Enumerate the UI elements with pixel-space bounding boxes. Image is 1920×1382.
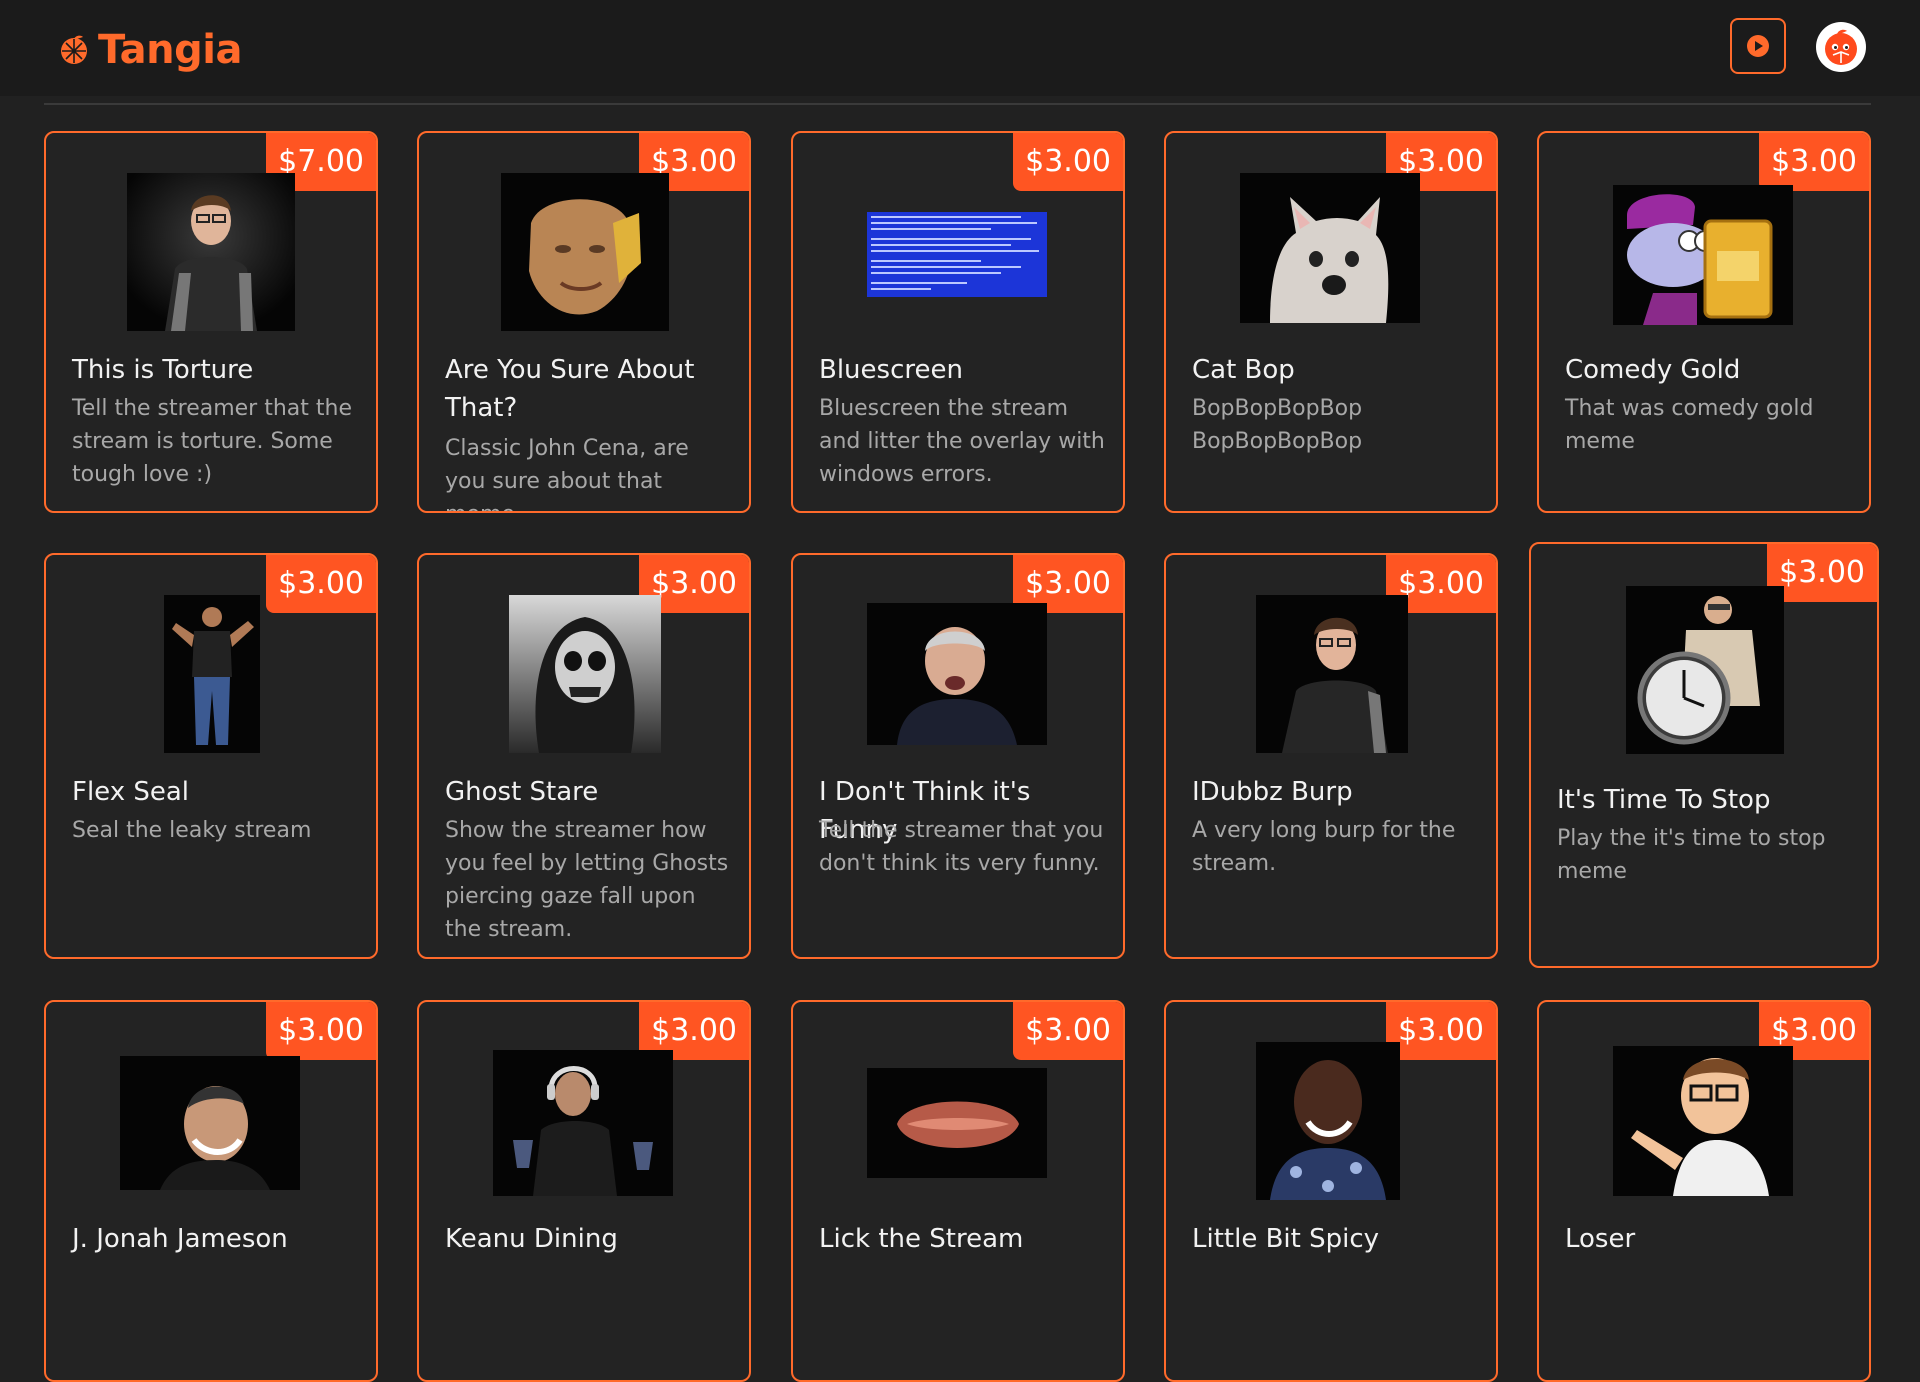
alert-card[interactable]: $3.00 Cat Bop BopBopBopBop BopBopBopBop (1164, 131, 1498, 513)
price-badge: $3.00 (266, 555, 376, 613)
card-description: A very long burp for the stream. (1192, 818, 1456, 876)
card-description: Tell the streamer that you don't think i… (819, 818, 1104, 876)
card-description: Seal the leaky stream (72, 818, 312, 843)
card-description: Show the streamer how you feel by lettin… (445, 818, 729, 942)
alert-card[interactable]: $3.00 Lick the Stream (791, 1000, 1125, 1382)
header-divider (44, 103, 1871, 105)
card-title: Loser (1565, 1224, 1636, 1254)
card-title: Are You Sure About That? (445, 355, 695, 423)
alert-card[interactable]: $3.00 J. Jonah Jameson (44, 1000, 378, 1382)
card-description: Bluescreen the stream and litter the ove… (819, 396, 1105, 487)
card-description: Classic John Cena, are you sure about th… (445, 436, 689, 511)
card-thumbnail (501, 173, 669, 331)
card-title: Flex Seal (72, 777, 190, 807)
alert-card[interactable]: $3.00 Are You Sure About That? Classic J… (417, 131, 751, 513)
card-title: Little Bit Spicy (1192, 1224, 1380, 1254)
card-thumbnail (1240, 173, 1420, 323)
alert-card[interactable]: $3.00 Keanu Dining (417, 1000, 751, 1382)
card-thumbnail (1256, 1042, 1400, 1200)
card-title: Comedy Gold (1565, 355, 1741, 385)
card-thumbnail (1256, 595, 1408, 753)
card-thumbnail (1613, 1046, 1793, 1196)
card-title: J. Jonah Jameson (72, 1224, 288, 1254)
card-title: Cat Bop (1192, 355, 1295, 385)
alert-card[interactable]: $3.00 Loser (1537, 1000, 1871, 1382)
logo[interactable]: Tangia (58, 26, 242, 74)
alert-card[interactable]: $3.00 It's Time To Stop Play the it's ti… (1529, 542, 1879, 968)
alert-card[interactable]: $3.00 IDubbz Burp A very long burp for t… (1164, 553, 1498, 959)
play-icon (1747, 35, 1769, 57)
card-title: IDubbz Burp (1192, 777, 1353, 807)
alert-card[interactable]: $3.00 Little Bit Spicy (1164, 1000, 1498, 1382)
card-title: This is Torture (72, 355, 254, 385)
card-thumbnail (509, 595, 661, 753)
card-description: BopBopBopBop BopBopBopBop (1192, 396, 1363, 454)
card-description: Play the it's time to stop meme (1557, 826, 1826, 884)
price-badge: $3.00 (1013, 133, 1123, 191)
alert-card[interactable]: $3.00 Ghost Stare Show the streamer how … (417, 553, 751, 959)
price-badge: $3.00 (1759, 133, 1869, 191)
price-badge: $3.00 (1386, 1002, 1496, 1060)
card-thumbnail (164, 595, 260, 753)
card-thumbnail (1613, 185, 1793, 325)
card-thumbnail (1626, 586, 1784, 754)
alert-card[interactable]: $7.00 This is Torture Tell the streamer … (44, 131, 378, 513)
app-name: Tangia (98, 27, 242, 73)
card-thumbnail (867, 212, 1047, 297)
card-thumbnail (867, 1068, 1047, 1178)
play-button[interactable] (1730, 18, 1786, 74)
card-title: Bluescreen (819, 355, 963, 385)
top-bar: Tangia (0, 0, 1920, 96)
alert-card[interactable]: $3.00 I Don't Think it's Funny Tell the … (791, 553, 1125, 959)
alert-card[interactable]: $3.00 Bluescreen Bluescreen the stream a… (791, 131, 1125, 513)
card-title: Keanu Dining (445, 1224, 618, 1254)
alert-card[interactable]: $3.00 Comedy Gold That was comedy gold m… (1537, 131, 1871, 513)
price-badge: $3.00 (1013, 1002, 1123, 1060)
card-title: It's Time To Stop (1557, 785, 1771, 815)
price-badge: $3.00 (266, 1002, 376, 1060)
card-title: Lick the Stream (819, 1224, 1024, 1254)
card-thumbnail (120, 1056, 300, 1190)
card-thumbnail (867, 603, 1047, 745)
card-title: Ghost Stare (445, 777, 599, 807)
avatar-mascot-icon (1825, 29, 1857, 65)
card-thumbnail (493, 1050, 673, 1196)
card-description: Tell the streamer that the stream is tor… (72, 396, 352, 487)
tangerine-logo-icon (61, 35, 87, 64)
user-avatar[interactable] (1816, 22, 1866, 72)
alert-card[interactable]: $3.00 Flex Seal Seal the leaky stream (44, 553, 378, 959)
card-thumbnail (127, 173, 295, 331)
card-description: That was comedy gold meme (1565, 396, 1814, 454)
